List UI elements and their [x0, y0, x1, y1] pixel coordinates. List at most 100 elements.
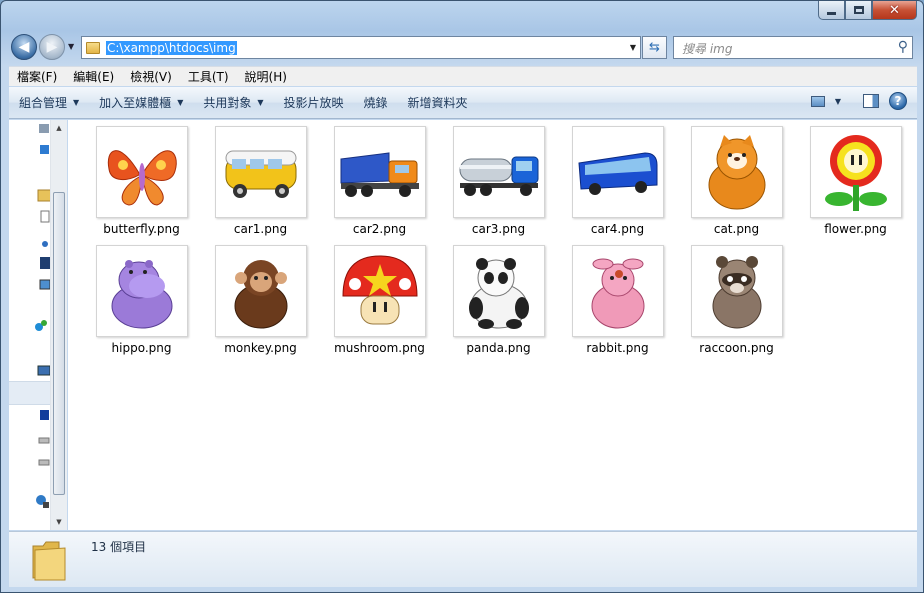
address-dropdown-icon[interactable]: ▼ [626, 43, 640, 52]
menu-tools[interactable]: 工具(T) [180, 68, 237, 85]
explorer-window: ✕ ◀ ▶ ▼ C:\xampp\htdocs\img ▼ ⇆ 搜尋 img ⚲… [0, 0, 924, 593]
file-name: car4.png [590, 222, 645, 236]
raccoon-thumbnail-icon [690, 245, 783, 337]
tanker-truck-thumbnail-icon [452, 126, 545, 218]
navigation-scrollbar[interactable]: ▲ ▼ [50, 120, 67, 530]
file-item-mushroom[interactable]: mushroom.png [320, 245, 439, 364]
forward-arrow-icon: ▶ [46, 39, 58, 55]
videos-icon [40, 257, 50, 269]
new-folder-label: 新增資料夾 [407, 96, 468, 110]
file-item-tanker-truck[interactable]: car3.png [439, 126, 558, 245]
chevron-down-icon: ▼ [257, 98, 264, 107]
organize-label: 組合管理 [19, 96, 68, 110]
forward-button[interactable]: ▶ [39, 34, 65, 60]
file-item-butterfly[interactable]: butterfly.png [82, 126, 201, 245]
back-arrow-icon: ◀ [18, 39, 30, 55]
menu-help[interactable]: 說明(H) [237, 68, 295, 85]
chevron-down-icon: ▼ [73, 98, 80, 107]
burn-label: 燒錄 [363, 96, 388, 110]
file-name: cat.png [713, 222, 760, 236]
recent-places-icon [39, 124, 49, 133]
file-item-rabbit[interactable]: rabbit.png [558, 245, 677, 364]
help-icon[interactable]: ? [889, 92, 907, 110]
rabbit-thumbnail-icon [571, 245, 664, 337]
refresh-button[interactable]: ⇆ [642, 36, 667, 59]
file-item-hippo[interactable]: hippo.png [82, 245, 201, 364]
add-to-library-label: 加入至媒體櫃 [99, 96, 172, 110]
details-pane: 13 個項目 [9, 531, 917, 587]
file-item-cat[interactable]: cat.png [677, 126, 796, 245]
file-name: car2.png [352, 222, 407, 236]
file-name: panda.png [466, 341, 531, 355]
file-item-flower[interactable]: flower.png [796, 126, 915, 245]
homegroup-icons [35, 320, 47, 331]
chevron-down-icon: ▼ [177, 98, 184, 107]
maximize-icon [853, 6, 864, 14]
minimize-icon [827, 11, 836, 15]
favorites-icons [39, 124, 49, 154]
minimize-button[interactable] [818, 1, 845, 20]
file-name: flower.png [824, 222, 887, 236]
file-name: mushroom.png [334, 341, 425, 355]
menu-file[interactable]: 檔案(F) [9, 68, 65, 85]
search-input[interactable]: 搜尋 img ⚲ [673, 36, 913, 59]
search-icon[interactable]: ⚲ [898, 39, 908, 55]
share-with-label: 共用對象 [203, 96, 252, 110]
file-name: monkey.png [224, 341, 297, 355]
command-bar: 組合管理 ▼ 加入至媒體櫃 ▼ 共用對象 ▼ 投影片放映 燒錄 新增資料夾 ▼ ? [9, 87, 917, 119]
monkey-thumbnail-icon [214, 245, 307, 337]
dump-truck-thumbnail-icon [333, 126, 426, 218]
bus-thumbnail-icon [571, 126, 664, 218]
back-button[interactable]: ◀ [11, 34, 37, 60]
file-item-monkey[interactable]: monkey.png [201, 245, 320, 364]
file-item-panda[interactable]: panda.png [439, 245, 558, 364]
organize-button[interactable]: 組合管理 ▼ [9, 94, 89, 111]
toolbar-right-group: ▼ ? [810, 92, 907, 110]
add-to-library-button[interactable]: 加入至媒體櫃 ▼ [89, 94, 193, 111]
documents-icon [40, 210, 50, 223]
scroll-down-icon[interactable]: ▼ [51, 514, 67, 530]
view-options-dropdown[interactable]: ▼ [835, 97, 841, 106]
menu-view[interactable]: 檢視(V) [122, 68, 180, 85]
van-thumbnail-icon [214, 126, 307, 218]
file-name: car3.png [471, 222, 526, 236]
file-name: raccoon.png [699, 341, 774, 355]
nav-selected-item[interactable] [9, 381, 50, 405]
item-count: 13 個項目 [91, 540, 147, 554]
mushroom-thumbnail-icon [333, 245, 426, 337]
slideshow-button[interactable]: 投影片放映 [274, 94, 354, 111]
scroll-up-icon[interactable]: ▲ [51, 120, 67, 136]
share-with-button[interactable]: 共用對象 ▼ [193, 94, 273, 111]
address-path[interactable]: C:\xampp\htdocs\img [106, 40, 237, 55]
change-view-icon[interactable] [810, 95, 825, 107]
file-list: butterfly.png car1.png car2.png car3.png car… [68, 120, 917, 530]
file-item-raccoon[interactable]: raccoon.png [677, 245, 796, 364]
address-bar[interactable]: C:\xampp\htdocs\img ▼ [81, 36, 641, 59]
file-name: butterfly.png [103, 222, 180, 236]
recent-pages-dropdown[interactable]: ▼ [68, 42, 74, 51]
file-name: hippo.png [111, 341, 172, 355]
file-item-bus[interactable]: car4.png [558, 126, 677, 245]
scroll-thumb[interactable] [53, 192, 65, 495]
file-item-van[interactable]: car1.png [201, 126, 320, 245]
caption-buttons: ✕ [818, 1, 917, 21]
panda-thumbnail-icon [452, 245, 545, 337]
drive-icon [38, 459, 50, 466]
menu-edit[interactable]: 編輯(E) [65, 68, 122, 85]
close-button[interactable]: ✕ [872, 1, 917, 20]
cat-thumbnail-icon [690, 126, 783, 218]
file-name: car1.png [233, 222, 288, 236]
maximize-button[interactable] [845, 1, 872, 20]
burn-button[interactable]: 燒錄 [354, 94, 398, 111]
search-placeholder: 搜尋 img [682, 42, 733, 56]
hippo-thumbnail-icon [95, 245, 188, 337]
folder-icon [86, 41, 100, 54]
new-folder-button[interactable]: 新增資料夾 [398, 94, 478, 111]
thumbnail-grid: butterfly.png car1.png car2.png car3.png car… [82, 126, 915, 364]
file-name: rabbit.png [586, 341, 649, 355]
preview-pane-icon[interactable] [863, 94, 879, 108]
file-item-dump-truck[interactable]: car2.png [320, 126, 439, 245]
drive-icon [38, 437, 50, 444]
menu-bar: 檔案(F) 編輯(E) 檢視(V) 工具(T) 說明(H) [9, 66, 917, 86]
dropbox-icon [40, 145, 49, 154]
